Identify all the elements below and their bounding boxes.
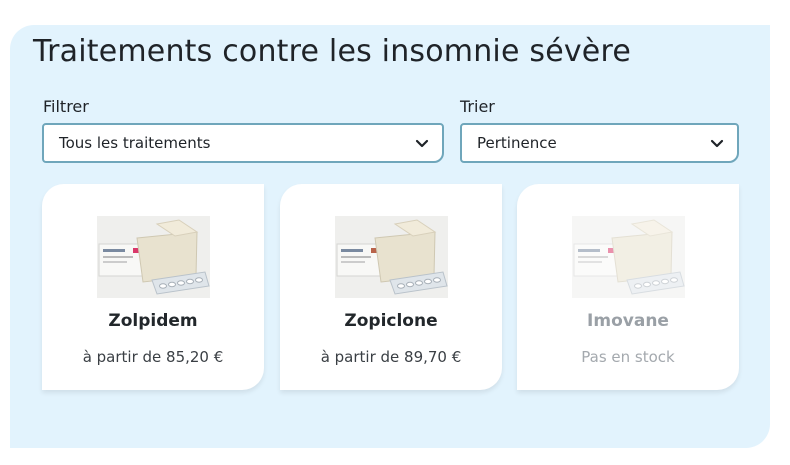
chevron-down-icon [414, 135, 430, 151]
product-name: Imovane [587, 311, 669, 331]
product-name: Zolpidem [108, 311, 198, 331]
product-price: à partir de 89,70 € [320, 348, 462, 366]
sort-label: Trier [460, 97, 495, 116]
stock-status: Pas en stock [581, 348, 675, 366]
page-title: Traitements contre les insomnie sévère [33, 34, 631, 69]
filter-select[interactable]: Tous les traitements [42, 123, 444, 163]
product-card-zolpidem[interactable]: Zolpidem à partir de 85,20 € [42, 184, 264, 390]
filter-label: Filtrer [43, 97, 89, 116]
chevron-down-icon [709, 135, 725, 151]
sort-select-value: Pertinence [477, 134, 557, 152]
product-image [97, 216, 210, 298]
product-price: à partir de 85,20 € [82, 348, 224, 366]
product-card-imovane[interactable]: Imovane Pas en stock [517, 184, 739, 390]
product-image [335, 216, 448, 298]
product-name: Zopiclone [344, 311, 438, 331]
product-card-zopiclone[interactable]: Zopiclone à partir de 89,70 € [280, 184, 502, 390]
filter-select-value: Tous les traitements [59, 134, 211, 152]
sort-select[interactable]: Pertinence [460, 123, 739, 163]
product-image [572, 216, 685, 298]
